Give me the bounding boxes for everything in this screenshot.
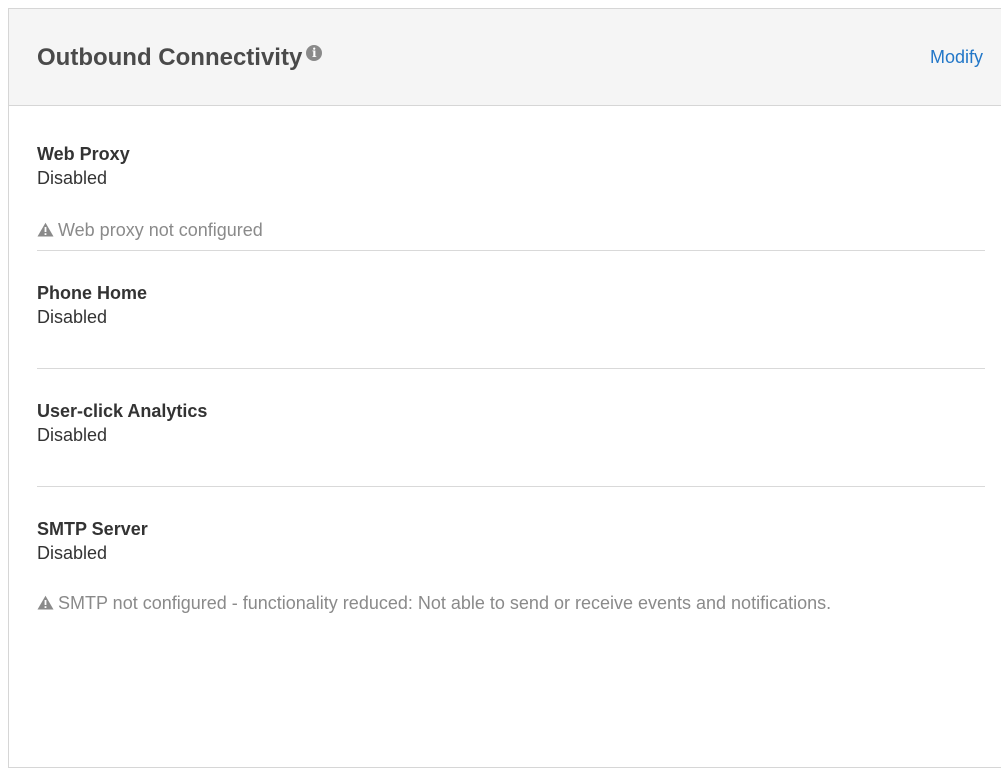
warning-icon <box>37 222 54 237</box>
modify-link[interactable]: Modify <box>930 47 983 68</box>
section-label: SMTP Server <box>37 519 148 539</box>
panel-title: Outbound Connectivity <box>37 44 303 71</box>
section-value: Disabled <box>37 307 108 327</box>
section-value: Disabled <box>37 425 108 445</box>
outbound-connectivity-panel: Outbound Connectivity i Modify Web Proxy … <box>8 8 1001 768</box>
warning-text: Web proxy not configured <box>58 220 263 240</box>
section-label: Web Proxy <box>37 144 130 164</box>
warning-message: Web proxy not configured <box>37 217 985 243</box>
section-user-click-analytics: User-click Analytics Disabled <box>37 369 985 487</box>
warning-icon <box>37 595 54 610</box>
section-label: User-click Analytics <box>37 401 208 421</box>
info-icon[interactable]: i <box>306 45 323 61</box>
section-value: Disabled <box>37 168 108 188</box>
warning-message: SMTP not configured - functionality redu… <box>37 590 987 616</box>
section-phone-home: Phone Home Disabled <box>37 251 985 369</box>
section-label: Phone Home <box>37 283 148 303</box>
section-web-proxy: Web Proxy Disabled Web proxy not configu… <box>37 106 985 251</box>
section-smtp-server: SMTP Server Disabled SMTP not configured… <box>37 487 985 616</box>
warning-text: SMTP not configured - functionality redu… <box>58 593 832 613</box>
section-value: Disabled <box>37 543 108 563</box>
panel-header: Outbound Connectivity i Modify <box>9 9 1001 106</box>
panel-title-row: Outbound Connectivity i <box>37 43 323 73</box>
